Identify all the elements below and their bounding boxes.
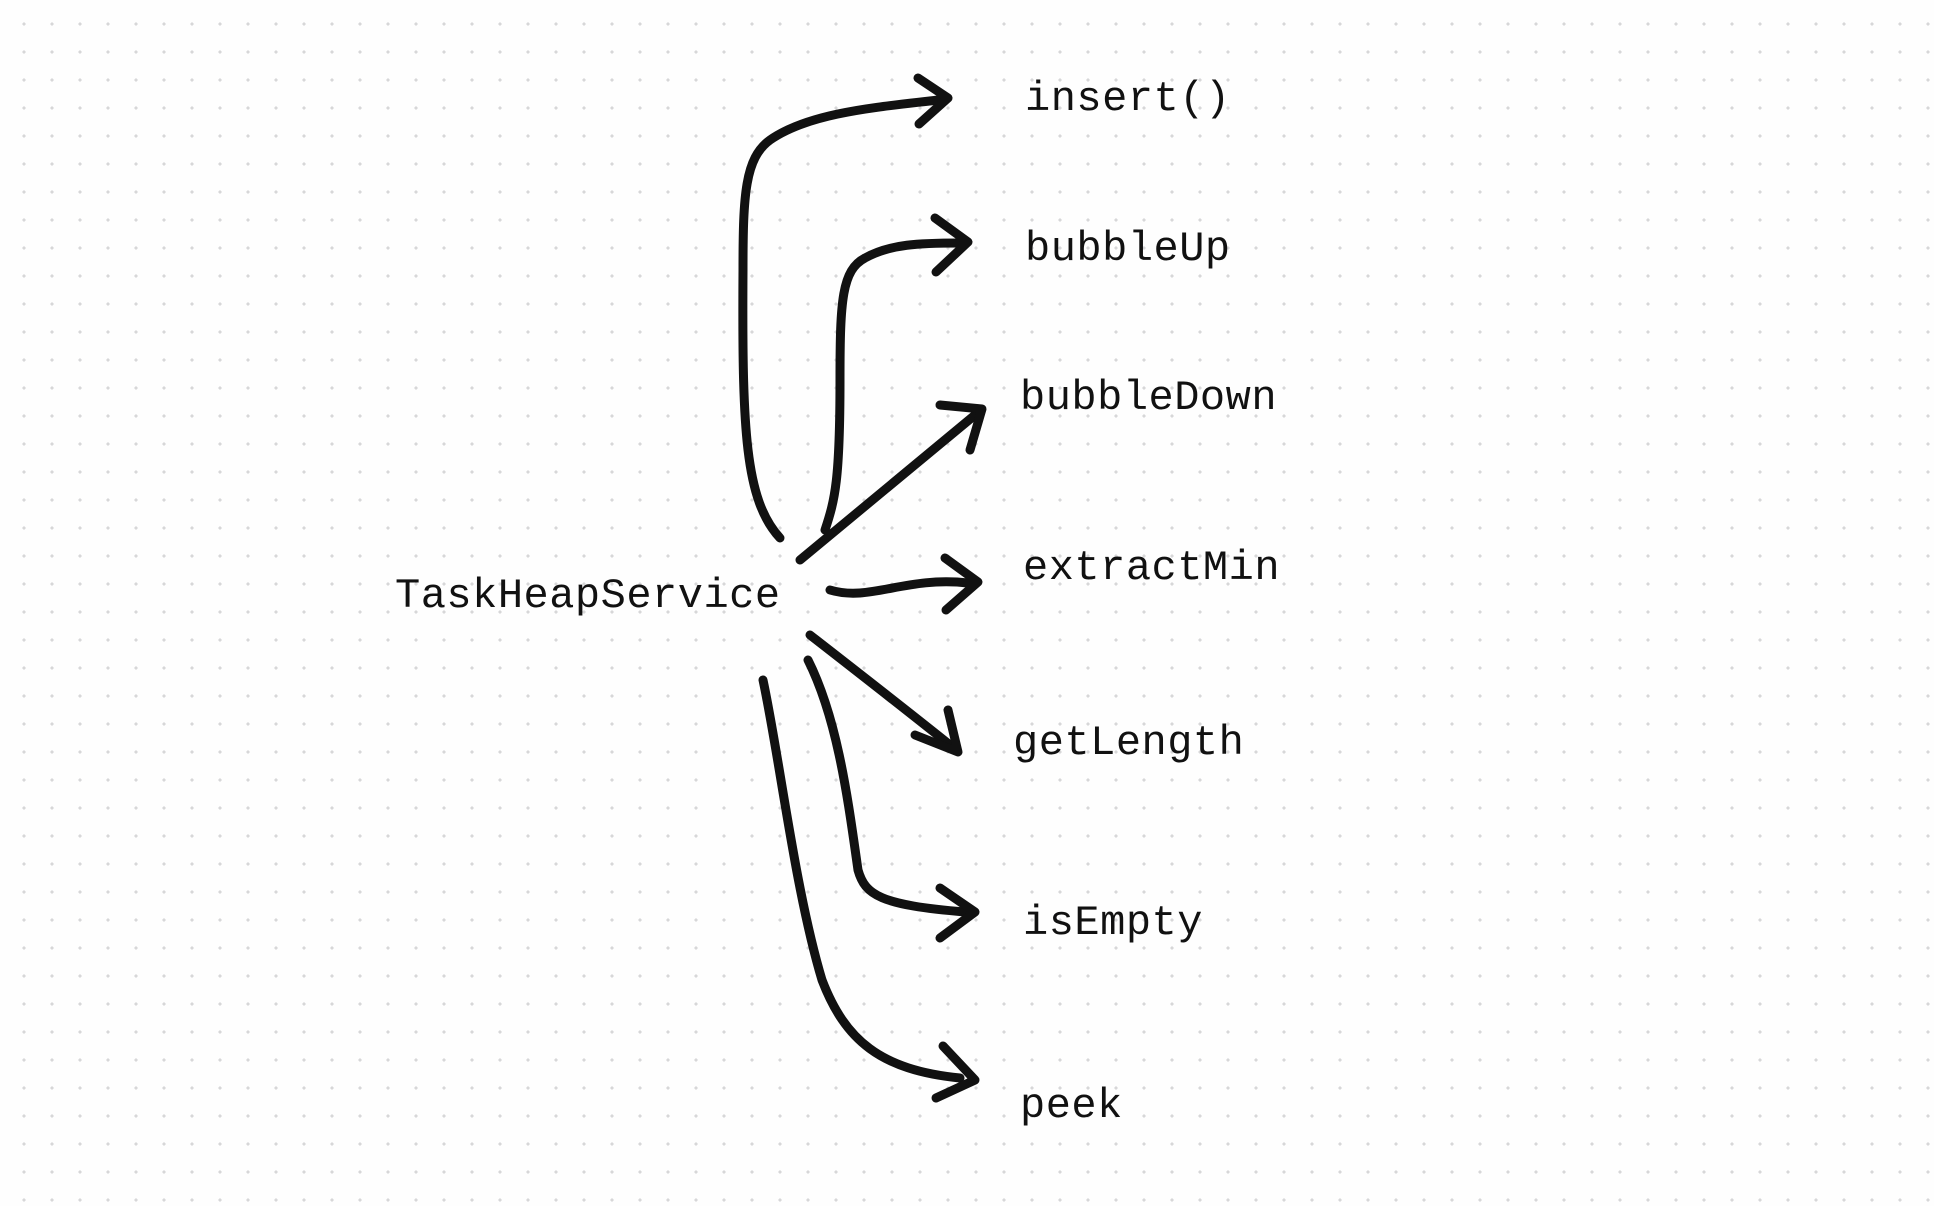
- method-getLength: getLength: [1013, 722, 1244, 764]
- root-node: TaskHeapService: [395, 575, 781, 617]
- method-extractMin: extractMin: [1023, 547, 1280, 589]
- arrow-insert-head: [918, 78, 948, 124]
- arrow-isEmpty: [808, 660, 965, 912]
- diagram-canvas: TaskHeapService insert() bubbleUp bubble…: [0, 0, 1934, 1206]
- arrow-bubbleDown: [800, 415, 975, 560]
- method-bubbleUp: bubbleUp: [1025, 228, 1231, 270]
- method-isEmpty: isEmpty: [1023, 902, 1203, 944]
- arrow-peek: [763, 680, 960, 1078]
- arrow-bubbleDown-head: [940, 405, 982, 450]
- method-insert: insert(): [1025, 78, 1231, 120]
- arrow-bubbleUp: [825, 243, 960, 530]
- arrow-insert: [743, 100, 938, 538]
- method-bubbleDown: bubbleDown: [1020, 377, 1277, 419]
- arrow-getLength-head: [915, 710, 958, 752]
- arrow-peek-head: [936, 1046, 975, 1098]
- arrow-isEmpty-head: [940, 888, 975, 938]
- arrows-layer: [0, 0, 1934, 1206]
- method-peek: peek: [1020, 1085, 1123, 1127]
- arrow-getLength: [810, 635, 950, 745]
- arrow-extractMin-head: [945, 558, 978, 610]
- arrow-bubbleUp-head: [935, 218, 968, 272]
- arrow-extractMin: [830, 582, 968, 593]
